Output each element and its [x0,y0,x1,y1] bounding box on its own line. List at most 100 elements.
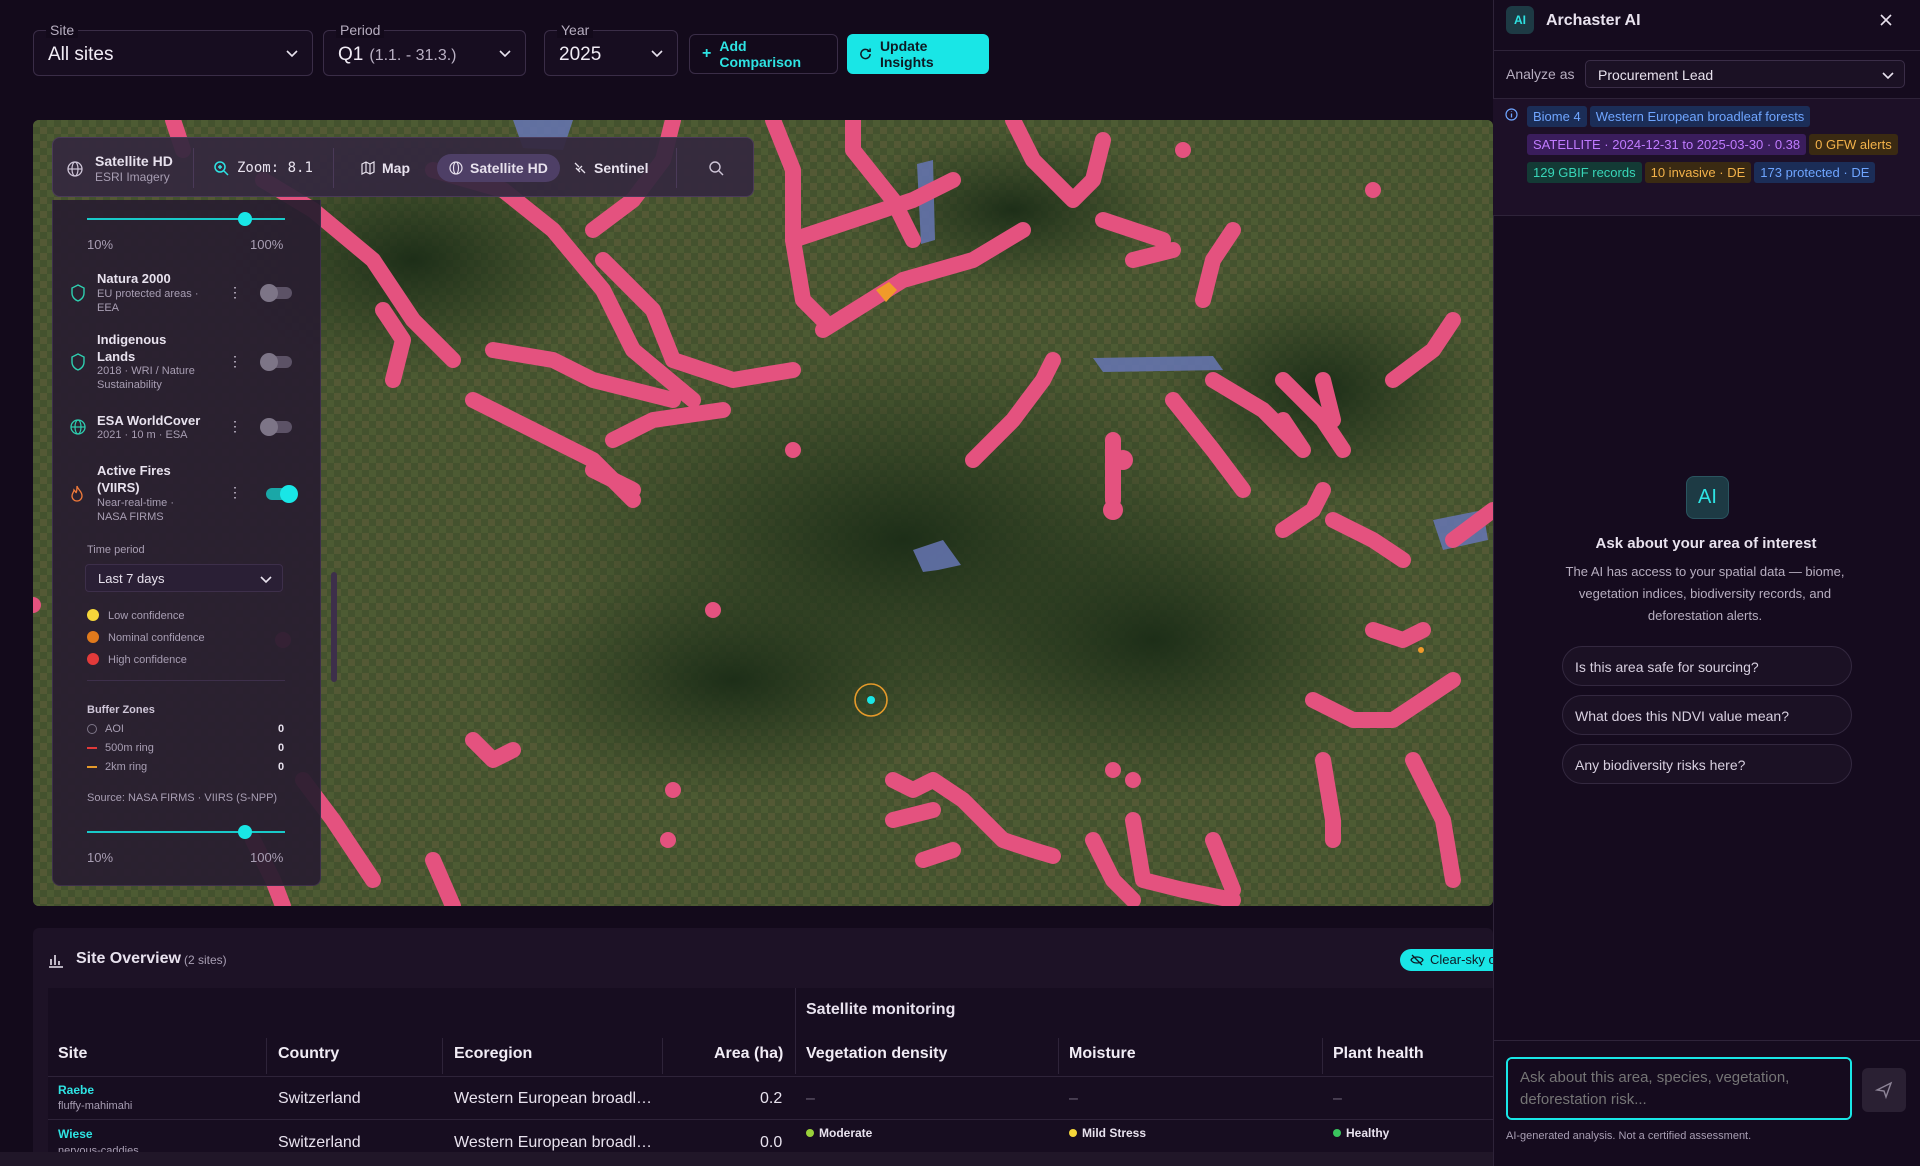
legend-item: Low confidence [87,606,184,624]
close-icon[interactable] [1879,13,1893,27]
update-insights-label: Update Insights [879,38,934,70]
status-dot [1069,1129,1077,1137]
slider-max: 100% [250,237,284,252]
opacity-slider-top[interactable] [87,212,285,226]
site-health: Healthy [1346,1126,1390,1140]
mode-sentinel-button[interactable]: Sentinel [565,154,656,182]
layer-indigenous-title: Indigenous Lands [97,332,167,364]
analyze-select[interactable]: Procurement Lead [1585,60,1905,88]
period-label: Period [336,22,385,38]
site-area: 0.2 [760,1090,783,1107]
layer-natura-sub: EU protected areas · EEA [97,288,199,314]
add-comparison-button[interactable]: + Add Comparison [689,34,838,74]
year-label: Year [557,22,594,38]
suggestion-chip[interactable]: Is this area safe for sourcing? [1562,646,1852,686]
overview-title: Site Overview [76,950,181,967]
source-subtitle: ESRI Imagery [95,170,170,184]
mode-satellite-button[interactable]: Satellite HD [437,154,560,182]
site-veg: Moderate [819,1126,873,1140]
flame-icon [71,485,83,502]
col-country[interactable]: Country [278,1045,339,1063]
col-moisture[interactable]: Moisture [1069,1045,1136,1063]
legend-dot [87,652,99,665]
site-select[interactable]: Site All sites [33,22,313,76]
col-health[interactable]: Plant health [1333,1045,1424,1063]
year-value: 2025 [559,44,602,65]
search-icon[interactable] [708,160,724,176]
legend-label: Low confidence [108,610,185,622]
more-vertical-icon[interactable]: ⋮ [228,418,242,435]
site-country: Switzerland [278,1134,361,1151]
chevron-down-icon [286,50,298,58]
suggestion-chip[interactable]: What does this NDVI value mean? [1562,695,1852,735]
layer-natura-title: Natura 2000 [97,271,171,286]
buffer-count: 0 [278,723,285,735]
legend-dot [87,608,99,621]
layer-indigenous-sub: 2018 · WRI / Nature Sustainability [97,365,195,391]
zoom-icon [214,161,229,176]
time-period-select[interactable]: Last 7 days [85,564,283,592]
indigenous-toggle[interactable] [260,353,292,371]
site-link[interactable]: Raebe [58,1083,94,1097]
worldcover-toggle[interactable] [260,418,292,436]
col-site[interactable]: Site [58,1045,87,1063]
legend-item: Nominal confidence [87,628,205,646]
horizontal-scrollbar[interactable] [0,1152,1493,1166]
buffer-zones-title: Buffer Zones [87,704,155,716]
buffer-label: 2km ring [105,761,148,773]
natura-toggle[interactable] [260,284,292,302]
chat-input[interactable] [1506,1057,1852,1120]
ai-empty-text: The AI has access to your spatial data —… [1565,564,1845,623]
chevron-down-icon [260,576,272,584]
site-moist: Mild Stress [1082,1126,1147,1140]
period-select[interactable]: Period Q1 (1.1. - 31.3.) [323,22,526,76]
group-header: Satellite monitoring [806,1001,956,1018]
ai-badge: AI [1506,6,1534,34]
clear-sky-toggle[interactable]: Clear-sky o [1400,949,1493,971]
map-toolbar: Satellite HD ESRI Imagery Zoom: 8.1 Map … [52,137,754,197]
more-vertical-icon[interactable]: ⋮ [228,284,242,301]
add-comparison-label: Add Comparison [719,38,802,70]
site-link[interactable]: Wiese [58,1127,93,1141]
satellite-icon [574,162,586,174]
slider-min: 10% [87,237,114,252]
col-area[interactable]: Area (ha) [714,1045,783,1063]
more-vertical-icon[interactable]: ⋮ [228,484,242,501]
col-vegetation[interactable]: Vegetation density [806,1045,947,1063]
period-range: (1.1. - 31.3.) [369,47,457,64]
opacity-slider-bottom[interactable] [87,825,285,839]
source-title: Satellite HD [95,153,173,169]
year-select[interactable]: Year 2025 [544,22,678,76]
site-slug: fluffy-mahimahi [58,1100,133,1112]
site-country: Switzerland [278,1090,361,1107]
send-icon [1875,1081,1893,1099]
fires-toggle[interactable] [266,485,298,503]
context-chip: Biome 4 [1527,106,1587,127]
send-button[interactable] [1862,1068,1906,1112]
more-vertical-icon[interactable]: ⋮ [228,353,242,370]
panel-scrollbar[interactable] [331,572,337,682]
time-period-label: Time period [87,544,145,556]
layer-fires-sub: Near-real-time · NASA FIRMS [97,497,175,523]
time-period-value: Last 7 days [98,571,165,586]
context-chip: SATELLITE · 2024-12-31 to 2025-03-30 · 0… [1527,134,1807,155]
zoom-value: 8.1 [287,160,313,176]
status-dot [806,1129,814,1137]
ai-disclaimer: AI-generated analysis. Not a certified a… [1506,1130,1752,1142]
mode-map-label: Map [382,160,410,176]
layer-worldcover-sub: 2021 · 10 m · ESA [97,429,188,441]
slider-max: 100% [250,850,284,865]
site-area: 0.0 [760,1134,783,1151]
layer-source: Source: NASA FIRMS · VIIRS (S-NPP) [87,792,278,804]
context-chip: 129 GBIF records [1527,162,1642,183]
shield-icon [71,284,85,302]
ai-empty-badge: AI [1686,476,1729,519]
update-insights-button[interactable]: Update Insights [847,34,989,74]
col-ecoregion[interactable]: Ecoregion [454,1045,532,1063]
suggestion-chip[interactable]: Any biodiversity risks here? [1562,744,1852,784]
context-chip: 10 invasive · DE [1644,162,1752,183]
globe-icon [70,419,86,435]
overview-count: (2 sites) [184,953,227,967]
zoom-label: Zoom: [237,160,280,176]
mode-map-button[interactable]: Map [353,154,418,182]
